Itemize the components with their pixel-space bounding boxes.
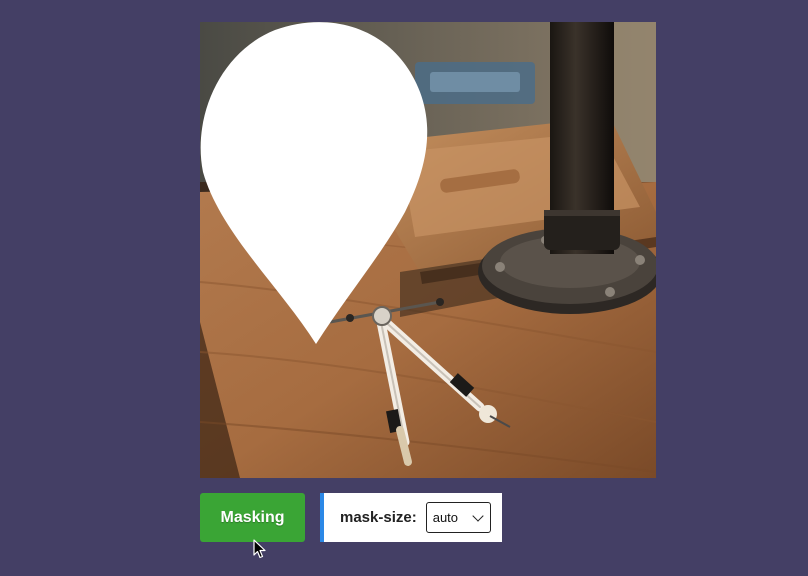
photo-scene [200, 22, 656, 478]
mask-size-control: mask-size: auto [320, 493, 502, 542]
mask-size-selected-value: auto [432, 510, 459, 525]
mask-size-select[interactable]: auto [425, 502, 491, 533]
chevron-down-icon [472, 509, 484, 522]
mouse-pointer-icon [253, 539, 266, 559]
masking-button[interactable]: Masking [200, 493, 305, 542]
masked-photo [200, 22, 656, 478]
mask-size-label: mask-size: [340, 509, 417, 526]
